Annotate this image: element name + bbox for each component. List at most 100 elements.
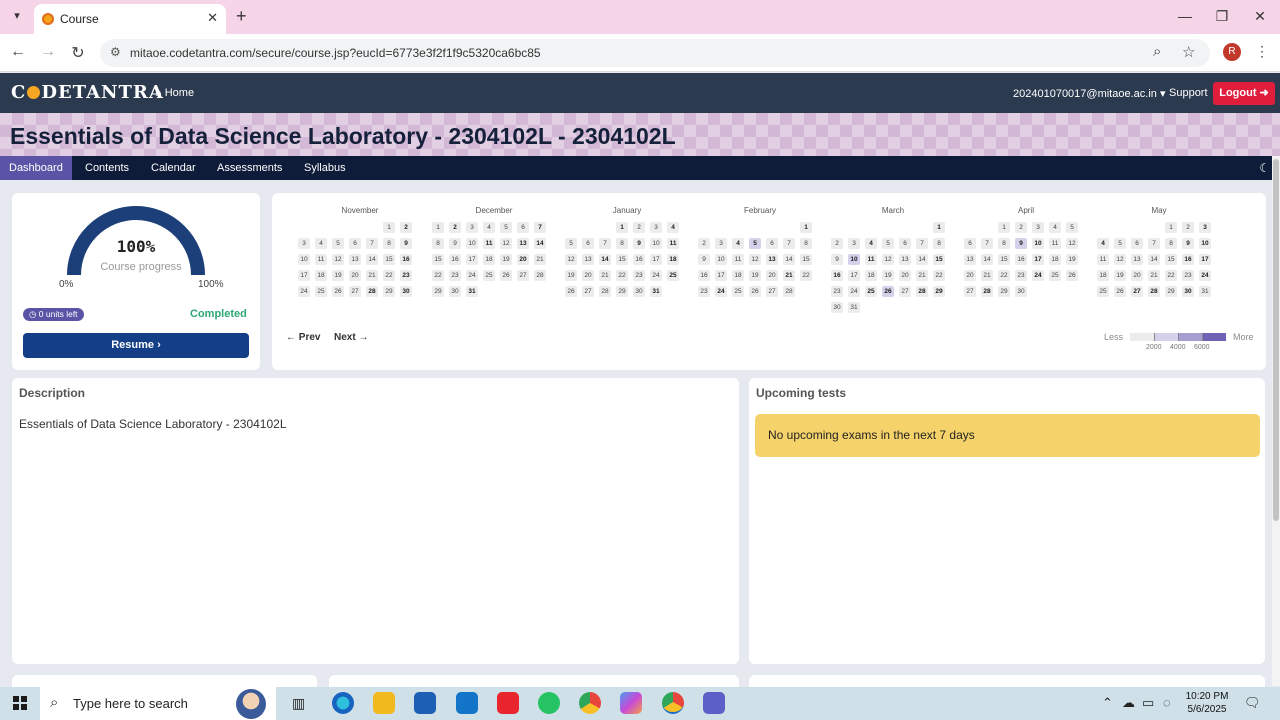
heatmap-day[interactable]: 11 — [1097, 254, 1109, 265]
heatmap-day[interactable]: 8 — [998, 238, 1010, 249]
heatmap-day[interactable]: 6 — [964, 238, 976, 249]
heatmap-day[interactable]: 14 — [981, 254, 993, 265]
heatmap-day[interactable]: 29 — [933, 286, 945, 297]
heatmap-day[interactable]: 24 — [650, 270, 662, 281]
heatmap-day[interactable]: 1 — [933, 222, 945, 233]
tab-dashboard[interactable]: Dashboard — [0, 156, 72, 180]
heatmap-day[interactable]: 3 — [1199, 222, 1211, 233]
heatmap-day[interactable]: 7 — [783, 238, 795, 249]
heatmap-day[interactable]: 30 — [400, 286, 412, 297]
heatmap-day[interactable]: 29 — [998, 286, 1010, 297]
heatmap-day[interactable]: 17 — [466, 254, 478, 265]
heatmap-day[interactable]: 27 — [766, 286, 778, 297]
tab-contents[interactable]: Contents — [76, 156, 138, 180]
heatmap-day[interactable]: 2 — [400, 222, 412, 233]
heatmap-day[interactable]: 19 — [749, 270, 761, 281]
heatmap-day[interactable]: 7 — [366, 238, 378, 249]
heatmap-day[interactable]: 13 — [582, 254, 594, 265]
heatmap-day[interactable]: 6 — [1131, 238, 1143, 249]
heatmap-day[interactable]: 4 — [483, 222, 495, 233]
heatmap-day[interactable]: 17 — [650, 254, 662, 265]
heatmap-day[interactable]: 17 — [1032, 254, 1044, 265]
chrome-icon[interactable] — [579, 692, 601, 714]
heatmap-day[interactable]: 5 — [1066, 222, 1078, 233]
profile-avatar[interactable]: R — [1223, 43, 1241, 61]
heatmap-day[interactable]: 21 — [916, 270, 928, 281]
prev-button[interactable]: ← Prev — [286, 332, 320, 343]
heatmap-day[interactable]: 29 — [616, 286, 628, 297]
heatmap-day[interactable]: 16 — [449, 254, 461, 265]
heatmap-day[interactable]: 24 — [298, 286, 310, 297]
heatmap-day[interactable]: 30 — [1015, 286, 1027, 297]
codetantra-logo[interactable]: C DETANTRA — [11, 82, 164, 103]
heatmap-day[interactable]: 19 — [1114, 270, 1126, 281]
task-view-icon[interactable]: ▥ — [292, 695, 305, 712]
heatmap-day[interactable]: 11 — [865, 254, 877, 265]
heatmap-day[interactable]: 15 — [933, 254, 945, 265]
tab-calendar[interactable]: Calendar — [142, 156, 205, 180]
address-bar[interactable]: ⚙ mitaoe.codetantra.com/secure/course.js… — [100, 39, 1210, 67]
windows-start-icon[interactable] — [13, 696, 27, 710]
next-button[interactable]: Next → — [334, 332, 368, 343]
heatmap-day[interactable]: 23 — [698, 286, 710, 297]
heatmap-day[interactable]: 1 — [998, 222, 1010, 233]
resume-button[interactable]: Resume › — [23, 333, 249, 358]
window-close-icon[interactable]: ✕ — [1250, 8, 1270, 25]
heatmap-day[interactable]: 23 — [400, 270, 412, 281]
heatmap-day[interactable]: 13 — [964, 254, 976, 265]
heatmap-day[interactable]: 28 — [981, 286, 993, 297]
heatmap-day[interactable]: 29 — [1165, 286, 1177, 297]
heatmap-day[interactable]: 18 — [483, 254, 495, 265]
whatsapp-icon[interactable] — [538, 692, 560, 714]
heatmap-day[interactable]: 18 — [732, 270, 744, 281]
heatmap-day[interactable]: 12 — [882, 254, 894, 265]
heatmap-day[interactable]: 13 — [517, 238, 529, 249]
heatmap-day[interactable]: 8 — [800, 238, 812, 249]
heatmap-day[interactable]: 16 — [1182, 254, 1194, 265]
url-text[interactable]: mitaoe.codetantra.com/secure/course.jsp?… — [130, 46, 541, 60]
heatmap-day[interactable]: 27 — [964, 286, 976, 297]
heatmap-day[interactable]: 19 — [565, 270, 577, 281]
site-info-icon[interactable]: ⚙ — [110, 45, 121, 59]
edge-icon[interactable] — [332, 692, 354, 714]
heatmap-day[interactable]: 29 — [432, 286, 444, 297]
heatmap-day[interactable]: 12 — [749, 254, 761, 265]
heatmap-day[interactable]: 16 — [400, 254, 412, 265]
heatmap-day[interactable]: 15 — [1165, 254, 1177, 265]
logout-button[interactable]: Logout ➜ — [1213, 82, 1275, 105]
heatmap-day[interactable]: 26 — [1066, 270, 1078, 281]
heatmap-day[interactable]: 10 — [298, 254, 310, 265]
browser-menu-icon[interactable]: ⋮ — [1255, 43, 1269, 60]
heatmap-day[interactable]: 21 — [1148, 270, 1160, 281]
heatmap-day[interactable]: 22 — [1165, 270, 1177, 281]
heatmap-day[interactable]: 3 — [298, 238, 310, 249]
heatmap-day[interactable]: 22 — [616, 270, 628, 281]
heatmap-day[interactable]: 23 — [1015, 270, 1027, 281]
heatmap-day[interactable]: 13 — [1131, 254, 1143, 265]
heatmap-day[interactable]: 16 — [831, 270, 843, 281]
heatmap-day[interactable]: 8 — [383, 238, 395, 249]
home-link[interactable]: ⌂ Home — [155, 87, 194, 99]
tab-syllabus[interactable]: Syllabus — [295, 156, 355, 180]
heatmap-day[interactable]: 5 — [1114, 238, 1126, 249]
heatmap-day[interactable]: 14 — [599, 254, 611, 265]
heatmap-day[interactable]: 20 — [899, 270, 911, 281]
heatmap-day[interactable]: 27 — [582, 286, 594, 297]
heatmap-day[interactable]: 9 — [1182, 238, 1194, 249]
heatmap-day[interactable]: 5 — [565, 238, 577, 249]
heatmap-day[interactable]: 4 — [667, 222, 679, 233]
heatmap-day[interactable]: 7 — [534, 222, 546, 233]
heatmap-day[interactable]: 31 — [650, 286, 662, 297]
heatmap-day[interactable]: 26 — [1114, 286, 1126, 297]
heatmap-day[interactable]: 18 — [667, 254, 679, 265]
heatmap-day[interactable]: 12 — [500, 238, 512, 249]
heatmap-day[interactable]: 27 — [1131, 286, 1143, 297]
heatmap-day[interactable]: 23 — [1182, 270, 1194, 281]
heatmap-day[interactable]: 22 — [383, 270, 395, 281]
heatmap-day[interactable]: 1 — [616, 222, 628, 233]
heatmap-day[interactable]: 8 — [933, 238, 945, 249]
heatmap-day[interactable]: 25 — [483, 270, 495, 281]
heatmap-day[interactable]: 2 — [698, 238, 710, 249]
heatmap-day[interactable]: 9 — [831, 254, 843, 265]
maximize-icon[interactable]: ❐ — [1212, 8, 1232, 25]
